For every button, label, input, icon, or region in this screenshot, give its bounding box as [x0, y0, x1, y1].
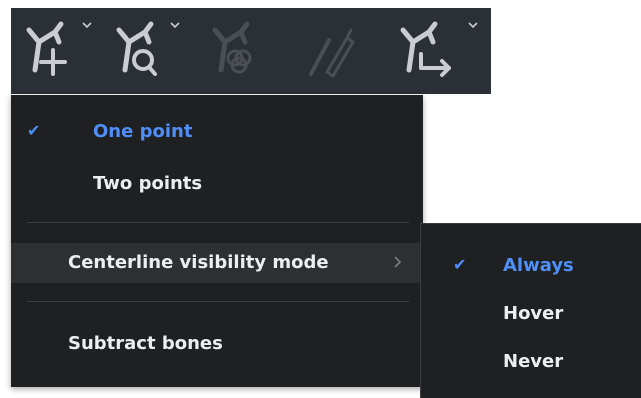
- centerline-edit-icon: [309, 28, 355, 78]
- submenu-item-never[interactable]: Never: [421, 342, 641, 382]
- centerline-visibility-submenu: ✔ Always Hover Never: [420, 223, 641, 398]
- menu-divider: [27, 301, 409, 302]
- submenu-item-hover[interactable]: Hover: [421, 294, 641, 334]
- vessel-toolbar: [11, 8, 491, 94]
- centerline-edit-tool-button[interactable]: [307, 20, 367, 80]
- menu-item-label: Two points: [93, 173, 203, 194]
- menu-item-label: Subtract bones: [68, 333, 223, 354]
- vessel-segment-tool-button[interactable]: [211, 20, 261, 80]
- point-mode-menu: ✔ One point Two points Centerline visibi…: [11, 95, 423, 387]
- menu-item-label: One point: [93, 121, 193, 142]
- checkmark-icon: ✔: [453, 255, 467, 274]
- menu-item-two-points[interactable]: Two points: [11, 164, 423, 204]
- chevron-down-icon[interactable]: [169, 20, 181, 30]
- chevron-down-icon[interactable]: [81, 20, 93, 30]
- vessel-zoom-tool-button[interactable]: [115, 20, 187, 80]
- menu-item-one-point[interactable]: ✔ One point: [11, 112, 423, 152]
- submenu-item-label: Hover: [503, 303, 564, 324]
- menu-divider: [27, 222, 409, 223]
- vessel-segment-icon: [212, 21, 252, 74]
- checkmark-icon: ✔: [27, 121, 41, 140]
- add-point-tool-button[interactable]: [25, 20, 97, 80]
- menu-item-centerline-visibility-mode[interactable]: Centerline visibility mode: [11, 243, 423, 283]
- chevron-down-icon[interactable]: [467, 20, 479, 30]
- submenu-item-label: Always: [503, 255, 574, 276]
- menu-item-label: Centerline visibility mode: [68, 252, 329, 273]
- vessel-zoom-icon: [116, 21, 157, 76]
- menu-item-subtract-bones[interactable]: Subtract bones: [11, 324, 423, 364]
- vessel-export-tool-button[interactable]: [399, 20, 485, 80]
- submenu-item-always[interactable]: ✔ Always: [421, 246, 641, 286]
- vessel-export-icon: [400, 21, 451, 77]
- vessel-add-point-icon: [26, 21, 67, 76]
- chevron-right-icon: [394, 256, 402, 268]
- submenu-item-label: Never: [503, 351, 564, 372]
